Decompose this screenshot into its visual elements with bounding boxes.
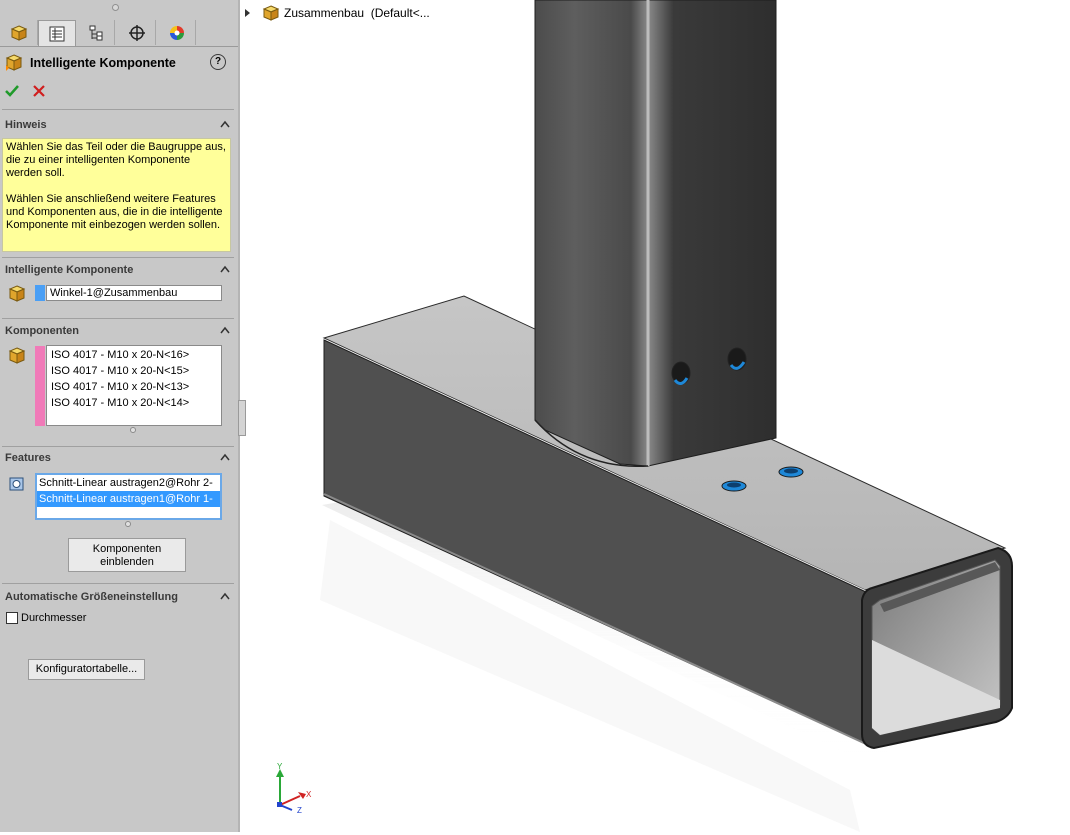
panel-resize-grip[interactable] bbox=[112, 4, 119, 11]
chevron-up-icon bbox=[220, 453, 230, 461]
cancel-button[interactable] bbox=[31, 83, 47, 99]
auto-size-section-header[interactable]: Automatische Größeneinstellung bbox=[5, 591, 233, 607]
smart-component-icon bbox=[5, 54, 23, 71]
feature-list-item[interactable]: Schnitt-Linear austragen2@Rohr 2- bbox=[37, 475, 220, 491]
chevron-up-icon bbox=[220, 120, 230, 128]
show-components-button[interactable]: Komponenten einblenden bbox=[68, 538, 186, 572]
crosshair-icon bbox=[128, 24, 145, 41]
hint-paragraph-2: Wählen Sie anschließend weitere Features… bbox=[6, 193, 223, 231]
divider bbox=[2, 318, 234, 319]
features-icon bbox=[9, 477, 24, 491]
divider bbox=[2, 257, 234, 258]
component-list-item[interactable]: ISO 4017 - M10 x 20-N<16> bbox=[47, 347, 221, 363]
property-manager-title-row: Intelligente Komponente ? bbox=[4, 53, 234, 73]
components-icon bbox=[8, 347, 26, 364]
post-front-face bbox=[534, 0, 649, 467]
chevron-up-icon bbox=[220, 326, 230, 334]
ok-button[interactable] bbox=[4, 83, 20, 99]
smart-component-header-label: Intelligente Komponente bbox=[5, 264, 134, 276]
chevron-right-icon[interactable] bbox=[244, 8, 252, 18]
model-3d-view bbox=[276, 0, 1013, 832]
property-manager-tab[interactable] bbox=[38, 20, 76, 46]
component-list-item[interactable]: ISO 4017 - M10 x 20-N<13> bbox=[47, 379, 221, 395]
property-manager-panel: Intelligente Komponente ? Hinweis Wählen… bbox=[0, 0, 239, 832]
components-section-header[interactable]: Komponenten bbox=[5, 325, 233, 341]
hint-section-header[interactable]: Hinweis bbox=[5, 119, 233, 135]
diameter-checkbox-label[interactable]: Durchmesser bbox=[21, 612, 86, 624]
assembly-icon bbox=[262, 5, 280, 21]
graphics-viewport[interactable]: Y X Z bbox=[240, 0, 1070, 832]
chevron-up-icon bbox=[220, 592, 230, 600]
smart-component-selection-field[interactable]: Winkel-1@Zusammenbau bbox=[46, 285, 222, 301]
display-manager-tab[interactable] bbox=[158, 20, 196, 45]
close-icon bbox=[33, 85, 45, 97]
checkmark-icon bbox=[5, 85, 19, 97]
chevron-up-icon bbox=[220, 265, 230, 273]
diameter-checkbox[interactable] bbox=[6, 612, 18, 624]
part-cube-icon bbox=[8, 285, 26, 302]
hint-header-label: Hinweis bbox=[5, 119, 47, 131]
property-list-icon bbox=[49, 26, 65, 41]
tree-root-label[interactable]: Zusammenbau (Default<... bbox=[284, 6, 430, 20]
part-cube-icon bbox=[10, 24, 27, 41]
hint-message-box: Wählen Sie das Teil oder die Baugruppe a… bbox=[2, 138, 231, 252]
page-title: Intelligente Komponente bbox=[30, 56, 176, 70]
component-list-item[interactable]: ISO 4017 - M10 x 20-N<14> bbox=[47, 395, 221, 411]
features-list[interactable]: Schnitt-Linear austragen2@Rohr 2- Schnitt… bbox=[35, 473, 222, 520]
configuration-tree-icon bbox=[89, 25, 102, 40]
features-header-label: Features bbox=[5, 452, 51, 464]
components-color-swatch bbox=[35, 346, 45, 426]
auto-size-header-label: Automatische Größeneinstellung bbox=[5, 591, 178, 603]
help-button[interactable]: ? bbox=[210, 54, 226, 70]
post-side-face bbox=[647, 0, 777, 467]
feature-tree-flyout: Zusammenbau (Default<... bbox=[244, 4, 430, 22]
divider bbox=[2, 446, 234, 447]
components-list[interactable]: ISO 4017 - M10 x 20-N<16> ISO 4017 - M10 … bbox=[46, 345, 222, 426]
triad-x-label: X bbox=[306, 790, 312, 799]
feature-manager-tab[interactable] bbox=[0, 20, 38, 45]
feature-list-item[interactable]: Schnitt-Linear austragen1@Rohr 1- bbox=[37, 491, 220, 507]
dimxpert-tab[interactable] bbox=[118, 20, 156, 45]
color-wheel-icon bbox=[169, 25, 184, 40]
list-resize-grip[interactable] bbox=[130, 427, 136, 433]
components-header-label: Komponenten bbox=[5, 325, 79, 337]
triad-z-label: Z bbox=[297, 806, 302, 815]
coordinate-triad bbox=[276, 769, 306, 811]
component-list-item[interactable]: ISO 4017 - M10 x 20-N<15> bbox=[47, 363, 221, 379]
hint-paragraph-1: Wählen Sie das Teil oder die Baugruppe a… bbox=[6, 141, 226, 179]
features-section-header[interactable]: Features bbox=[5, 452, 233, 468]
smart-component-section-header[interactable]: Intelligente Komponente bbox=[5, 264, 233, 280]
triad-y-label: Y bbox=[277, 762, 283, 771]
list-resize-grip[interactable] bbox=[125, 521, 131, 527]
configurator-table-button[interactable]: Konfiguratortabelle... bbox=[28, 659, 145, 680]
configuration-manager-tab[interactable] bbox=[77, 20, 115, 45]
manager-tabs bbox=[0, 20, 238, 47]
selection-color-swatch bbox=[35, 285, 45, 301]
divider bbox=[2, 583, 234, 584]
divider bbox=[2, 109, 234, 110]
